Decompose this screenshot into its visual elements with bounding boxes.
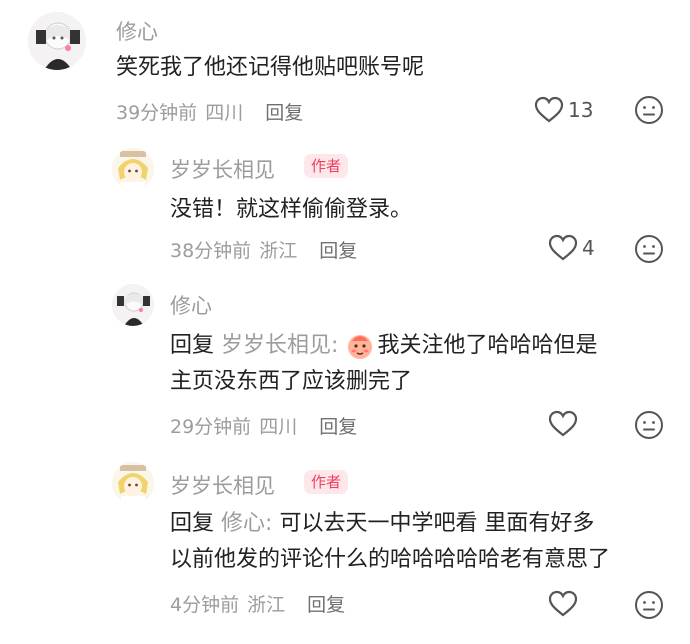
comment-location: 浙江 (247, 594, 286, 616)
reply-button[interactable]: 回复 (319, 416, 357, 438)
reply-button[interactable]: 回复 (265, 102, 303, 124)
neutral-face-icon[interactable] (634, 95, 664, 125)
shy-emoji-icon (348, 335, 373, 359)
neutral-face-icon[interactable] (634, 590, 664, 620)
comment-location: 四川 (205, 102, 244, 124)
avatar[interactable] (112, 284, 154, 326)
comment-4: 岁岁长相见 作者 回复 修心: 可以去天一中学吧看 里面有好多 以前他发的评论什… (0, 456, 690, 619)
comment-location: 浙江 (259, 240, 298, 262)
reply-prefix: 回复 (170, 511, 215, 536)
like-button[interactable]: 13 (534, 96, 593, 124)
reply-prefix: 回复 (170, 333, 215, 358)
reply-target[interactable]: 修心: (221, 511, 272, 536)
author-badge: 作者 (304, 154, 349, 178)
comment-text: 可以去天一中学吧看 里面有好多 (279, 511, 595, 536)
comment-text: 笑死我了他还记得他贴吧账号呢 (116, 55, 425, 80)
comment-text-line-2: 主页没东西了应该删完了 (170, 369, 413, 394)
comment-location: 四川 (259, 416, 298, 438)
comment-author[interactable]: 修心 (116, 16, 158, 46)
comment-text: 没错！就这样偷偷登录。 (170, 197, 413, 222)
heart-outline-icon (534, 96, 564, 123)
reply-button[interactable]: 回复 (307, 594, 345, 616)
comment-meta: 29分钟前 四川 回复 (170, 412, 357, 439)
neutral-face-icon[interactable] (634, 234, 664, 264)
like-count: 4 (582, 236, 595, 260)
comment-1: 修心 笑死我了他还记得他贴吧账号呢 39分钟前 四川 回复 13 (0, 0, 690, 160)
like-button[interactable] (548, 410, 578, 438)
avatar[interactable] (28, 12, 86, 70)
comment-text-line-1: 回复 修心: 可以去天一中学吧看 里面有好多 (170, 506, 594, 542)
comment-author[interactable]: 岁岁长相见 (170, 154, 275, 184)
comment-author[interactable]: 修心 (170, 290, 212, 320)
comment-time: 39分钟前 (116, 102, 198, 124)
heart-outline-icon (548, 234, 578, 261)
author-badge: 作者 (304, 470, 349, 494)
neutral-face-icon[interactable] (634, 410, 664, 440)
comment-meta: 38分钟前 浙江 回复 (170, 236, 357, 263)
avatar[interactable] (112, 462, 154, 504)
like-button[interactable]: 4 (548, 234, 595, 262)
comment-time: 4分钟前 (170, 594, 240, 616)
comment-time: 29分钟前 (170, 416, 252, 438)
like-button[interactable] (548, 590, 578, 618)
comment-text-line-1: 回复 岁岁长相见: 我关注他了哈哈哈但是 (170, 328, 597, 364)
comment-meta: 39分钟前 四川 回复 (116, 98, 303, 125)
reply-target[interactable]: 岁岁长相见: (221, 333, 338, 358)
avatar[interactable] (112, 148, 154, 190)
comment-3: 修心 回复 岁岁长相见: 我关注他了哈哈哈但是 主页没东西了应该删完了 29分钟… (0, 280, 690, 440)
comment-author[interactable]: 岁岁长相见 (170, 470, 275, 500)
comment-text: 我关注他了哈哈哈但是 (377, 333, 598, 358)
heart-outline-icon (548, 410, 578, 437)
comment-time: 38分钟前 (170, 240, 252, 262)
reply-button[interactable]: 回复 (319, 240, 357, 262)
comment-text-line-2: 以前他发的评论什么的哈哈哈哈哈老有意思了 (170, 547, 611, 572)
like-count: 13 (568, 98, 594, 122)
comment-meta: 4分钟前 浙江 回复 (170, 590, 345, 617)
heart-outline-icon (548, 590, 578, 617)
